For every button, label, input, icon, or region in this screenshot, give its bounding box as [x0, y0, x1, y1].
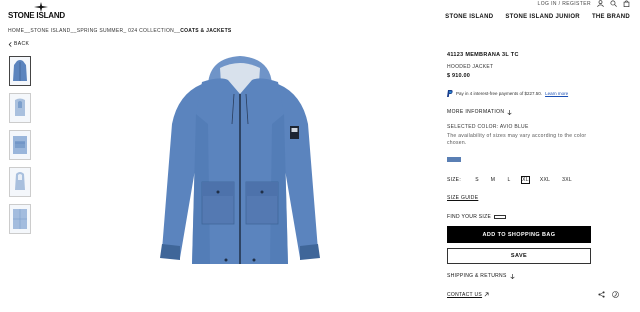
ruler-icon: [494, 215, 507, 219]
size-option-s[interactable]: S: [469, 177, 485, 183]
paypal-text: Pay in 4 interest-free payments of $227.…: [456, 91, 543, 96]
contact-row: CONTACT US: [447, 291, 619, 298]
breadcrumb-path[interactable]: HOME__STONE ISLAND__SPRING SUMMER_ 024 C…: [8, 28, 180, 34]
shipping-returns-toggle[interactable]: SHIPPING & RETURNS: [447, 273, 593, 279]
paypal-learn-more-link[interactable]: Learn more: [545, 91, 568, 96]
thumbnail-detail-1[interactable]: [9, 93, 31, 123]
jacket-hood-thumb-image: [15, 172, 25, 190]
pinterest-icon[interactable]: [612, 291, 619, 298]
external-arrow-icon: [484, 292, 489, 297]
size-guide-link[interactable]: SIZE GUIDE: [447, 195, 478, 201]
nav-stone-island[interactable]: STONE ISLAND: [445, 14, 493, 20]
product-main-image[interactable]: [150, 54, 330, 272]
save-button[interactable]: SAVE: [447, 248, 591, 264]
shipping-returns-label: SHIPPING & RETURNS: [447, 273, 507, 279]
jacket-detail-thumb-image: [15, 98, 25, 116]
more-information-toggle[interactable]: MORE INFORMATION: [447, 109, 593, 115]
utility-bar: LOG IN / REGISTER: [538, 0, 630, 7]
contact-us-label: CONTACT US: [447, 291, 483, 298]
find-your-size-link[interactable]: FIND YOUR SIZE: [447, 214, 593, 220]
product-price: $ 910.00: [447, 73, 471, 79]
jacket-fabric-thumb-image: [13, 209, 27, 229]
arrow-down-icon: [510, 273, 515, 279]
chevron-left-icon: [8, 41, 12, 47]
main-navigation: STONE ISLAND STONE ISLAND JUNIOR THE BRA…: [445, 14, 630, 20]
paypal-icon: [447, 90, 453, 97]
bag-icon[interactable]: [623, 0, 630, 7]
size-option-l[interactable]: L: [501, 177, 517, 183]
size-option-xl[interactable]: XL: [521, 176, 531, 184]
brand-logo[interactable]: STONE ISLAND: [8, 2, 78, 22]
user-icon[interactable]: [597, 0, 604, 7]
thumbnail-gallery: [9, 56, 33, 241]
thumbnail-front[interactable]: [9, 56, 31, 86]
availability-note: The availability of sizes may vary accor…: [447, 133, 587, 146]
login-register-link[interactable]: LOG IN / REGISTER: [538, 1, 591, 7]
brand-wordmark: STONE ISLAND: [8, 11, 66, 20]
selected-color: SELECTED COLOR: AVIO BLUE: [447, 124, 529, 130]
contact-us-link[interactable]: CONTACT US: [447, 292, 489, 298]
product-name: 41123 MEMBRANA 3L TC: [447, 52, 519, 58]
thumbnail-detail-2[interactable]: [9, 130, 31, 160]
paypal-installments: Pay in 4 interest-free payments of $227.…: [447, 90, 593, 97]
size-option-m[interactable]: M: [485, 177, 501, 183]
more-information-label: MORE INFORMATION: [447, 109, 505, 115]
color-swatch-avio-blue[interactable]: [447, 157, 461, 162]
add-to-shopping-bag-button[interactable]: ADD TO SHOPPING BAG: [447, 226, 591, 243]
nav-the-brand[interactable]: THE BRAND: [592, 14, 630, 20]
search-icon[interactable]: [610, 0, 617, 7]
share-actions: [598, 291, 619, 298]
nav-stone-island-junior[interactable]: STONE ISLAND JUNIOR: [505, 14, 580, 20]
size-option-xxl[interactable]: XXL: [534, 177, 556, 183]
breadcrumb-current: COATS & JACKETS: [180, 28, 232, 34]
size-option-3xl[interactable]: 3XL: [556, 177, 578, 183]
product-details-panel: 41123 MEMBRANA 3L TC HOODED JACKET $ 910…: [447, 52, 619, 298]
jacket-pocket-thumb-image: [13, 136, 27, 154]
find-your-size-label: FIND YOUR SIZE: [447, 214, 492, 220]
size-selector: SIZE: S M L XL XXL 3XL: [447, 176, 593, 184]
product-type: HOODED JACKET: [447, 64, 494, 70]
size-label: SIZE:: [447, 177, 462, 183]
share-icon[interactable]: [598, 291, 605, 298]
breadcrumb: HOME__STONE ISLAND__SPRING SUMMER_ 024 C…: [8, 28, 232, 34]
back-link[interactable]: BACK: [8, 41, 29, 47]
thumbnail-hood[interactable]: [9, 167, 31, 197]
thumbnail-fabric[interactable]: [9, 204, 31, 234]
jacket-front-thumb-image: [13, 60, 27, 81]
back-label: BACK: [14, 41, 30, 47]
arrow-down-icon: [507, 109, 512, 115]
